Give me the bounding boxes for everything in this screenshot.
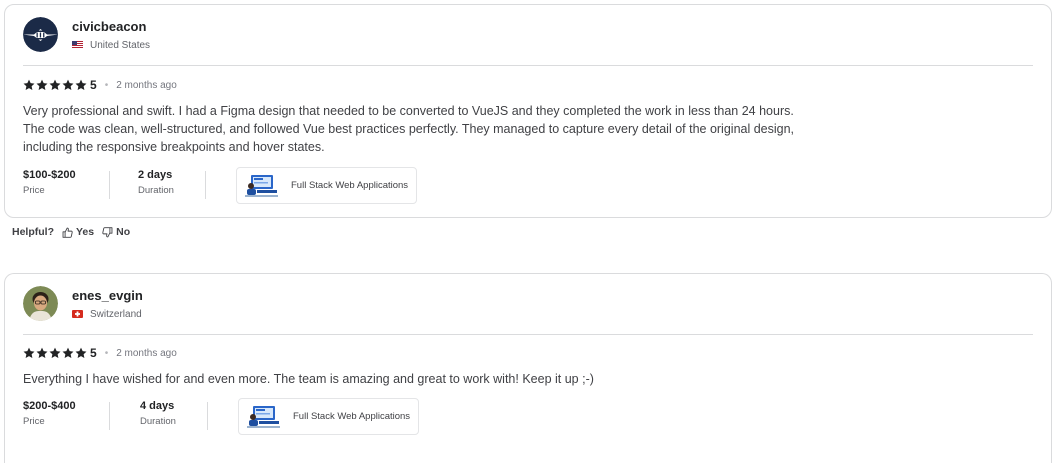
helpful-label: Helpful?	[12, 226, 54, 238]
star-icon	[36, 79, 48, 91]
swiss-flag-icon	[72, 310, 83, 318]
separator-dot: •	[104, 79, 109, 91]
helpful-row: Helpful? Yes No	[12, 226, 130, 238]
gig-link[interactable]: Full Stack Web Applications	[238, 398, 420, 435]
rating-row: 5 • 2 months ago	[23, 346, 177, 360]
helpful-no-button[interactable]: No	[102, 226, 130, 238]
price-value: $200-$400	[23, 400, 76, 412]
meta-divider	[205, 171, 206, 199]
star-rating	[23, 79, 88, 91]
review-date: 2 months ago	[116, 347, 177, 359]
meta-divider	[207, 402, 208, 430]
review-card: civicbeacon United States 5 • 2 months a…	[4, 4, 1052, 218]
review-text-line: The code was clean, well-structured, and…	[23, 122, 795, 136]
us-flag-icon	[72, 41, 83, 49]
divider	[23, 334, 1033, 335]
rating-value: 5	[90, 78, 97, 92]
rating-row: 5 • 2 months ago	[23, 78, 177, 92]
star-icon	[75, 79, 87, 91]
price-meta: $100-$200 Price	[23, 167, 109, 200]
star-icon	[49, 347, 61, 359]
gig-thumbnail-icon	[245, 404, 282, 429]
price-label: Price	[23, 416, 45, 427]
avatar[interactable]	[23, 17, 58, 52]
country: United States	[72, 40, 150, 51]
star-icon	[49, 79, 61, 91]
price-label: Price	[23, 185, 45, 196]
duration-meta: 2 days Duration	[138, 167, 205, 200]
meta-divider	[109, 171, 110, 199]
review-text: Very professional and swift. I had a Fig…	[23, 102, 923, 156]
star-icon	[23, 79, 35, 91]
gig-link[interactable]: Full Stack Web Applications	[236, 167, 418, 204]
review-meta: $200-$400 Price 4 days Duration Full Sta…	[23, 398, 420, 435]
review-text-line: including the responsive breakpoints and…	[23, 140, 325, 154]
star-icon	[36, 347, 48, 359]
review-text-line: Everything I have wished for and even mo…	[23, 372, 594, 386]
star-icon	[23, 347, 35, 359]
review-meta: $100-$200 Price 2 days Duration Full Sta…	[23, 167, 418, 204]
separator-dot: •	[104, 347, 109, 359]
country: Switzerland	[72, 309, 143, 320]
duration-label: Duration	[140, 416, 176, 427]
star-icon	[75, 347, 87, 359]
duration-value: 4 days	[140, 400, 175, 412]
avatar[interactable]	[23, 286, 58, 321]
gig-thumbnail-icon	[243, 173, 280, 198]
thumbs-up-icon	[62, 227, 73, 238]
gig-title: Full Stack Web Applications	[293, 411, 411, 422]
review-header: enes_evgin Switzerland	[23, 286, 143, 321]
review-date: 2 months ago	[116, 79, 177, 91]
price-value: $100-$200	[23, 169, 76, 181]
username[interactable]: enes_evgin	[72, 288, 143, 304]
star-icon	[62, 347, 74, 359]
duration-value: 2 days	[138, 169, 173, 181]
divider	[23, 65, 1033, 66]
username[interactable]: civicbeacon	[72, 19, 150, 35]
gig-title: Full Stack Web Applications	[291, 180, 409, 191]
duration-meta: 4 days Duration	[140, 398, 207, 431]
duration-label: Duration	[138, 185, 174, 196]
rating-value: 5	[90, 346, 97, 360]
helpful-yes-button[interactable]: Yes	[62, 226, 94, 238]
price-meta: $200-$400 Price	[23, 398, 109, 431]
review-text-line: Very professional and swift. I had a Fig…	[23, 104, 794, 118]
review-header: civicbeacon United States	[23, 17, 150, 52]
star-rating	[23, 347, 88, 359]
helpful-no-label: No	[116, 226, 131, 238]
country-name: United States	[90, 39, 151, 51]
star-icon	[62, 79, 74, 91]
helpful-yes-label: Yes	[76, 226, 95, 238]
review-text: Everything I have wished for and even mo…	[23, 370, 923, 388]
thumbs-down-icon	[102, 226, 113, 237]
meta-divider	[109, 402, 110, 430]
country-name: Switzerland	[90, 308, 142, 320]
review-card: enes_evgin Switzerland 5 • 2 months ago …	[4, 273, 1052, 463]
